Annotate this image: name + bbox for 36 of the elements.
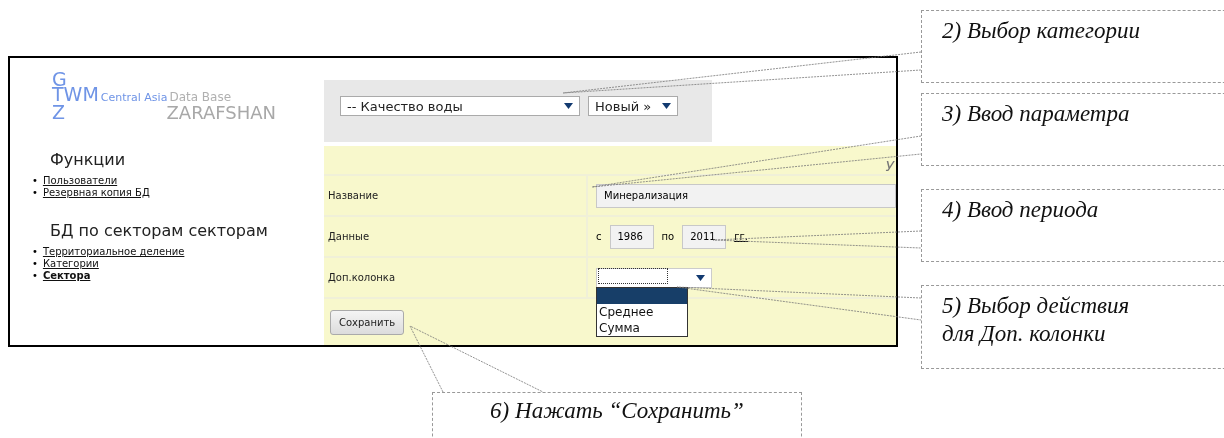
callout-text: 3) Ввод параметра <box>942 100 1131 128</box>
bullet: • <box>32 270 38 282</box>
sidebar-link[interactable]: Сектора <box>42 270 91 282</box>
field-label: Доп.колонка <box>328 272 396 283</box>
callout-text: 4) Ввод периода <box>942 196 1100 224</box>
year-field[interactable]: 2011 <box>682 224 727 249</box>
caret-icon <box>564 103 573 109</box>
logo: G TWM Central Asia Data Base Z ZARAFSHAN <box>52 72 277 120</box>
callout-text: 6) Нажать “Сохранить” <box>489 397 745 425</box>
bullet: • <box>32 187 38 199</box>
sidebar-link[interactable]: Территориальное деление <box>42 246 185 258</box>
bullet: • <box>32 175 38 187</box>
callout-text: 2) Выбор категории <box>942 17 1142 45</box>
bullet: • <box>32 246 38 258</box>
sidebar-link[interactable]: Пользователи <box>42 175 118 187</box>
field-label: Название <box>328 190 379 201</box>
from-label: с <box>596 231 602 242</box>
to-label: по <box>661 231 675 242</box>
callout-text: 5) Выбор действия <box>942 292 1131 320</box>
action-select[interactable]: Новый » <box>588 96 678 116</box>
caret-icon <box>662 103 671 109</box>
section-title: Функции <box>50 150 127 169</box>
save-button[interactable]: Сохранить <box>330 309 405 335</box>
section-title: БД по секторам секторам <box>50 221 269 240</box>
caret-icon <box>696 274 705 281</box>
sidebar-link[interactable]: Резервная копия БД <box>42 187 150 199</box>
year-field[interactable]: 1986 <box>609 224 654 249</box>
sidebar-link[interactable]: Категории <box>42 258 99 270</box>
callout-text: для Доп. колонки <box>942 320 1107 348</box>
unit-label: гг. <box>734 231 748 242</box>
field-label: Данные <box>328 231 370 242</box>
form-header: У <box>885 158 894 174</box>
column-select[interactable] <box>596 267 712 288</box>
name-field[interactable]: Минерализация <box>596 183 896 208</box>
bullet: • <box>32 258 38 270</box>
category-select[interactable]: -- Качество воды <box>340 96 580 116</box>
